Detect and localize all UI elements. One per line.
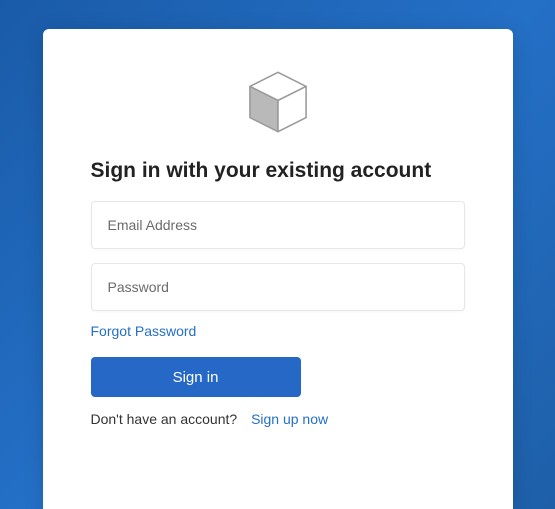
cube-icon [239,63,317,141]
signup-prompt: Don't have an account? [91,411,238,427]
signup-row: Don't have an account? Sign up now [91,411,465,427]
signin-button[interactable]: Sign in [91,357,301,397]
logo-container [91,63,465,141]
email-field[interactable] [91,201,465,249]
signup-link[interactable]: Sign up now [251,411,328,427]
signin-card: Sign in with your existing account Forgo… [43,29,513,509]
forgot-password-link[interactable]: Forgot Password [91,323,465,339]
password-field[interactable] [91,263,465,311]
page-title: Sign in with your existing account [91,159,465,183]
